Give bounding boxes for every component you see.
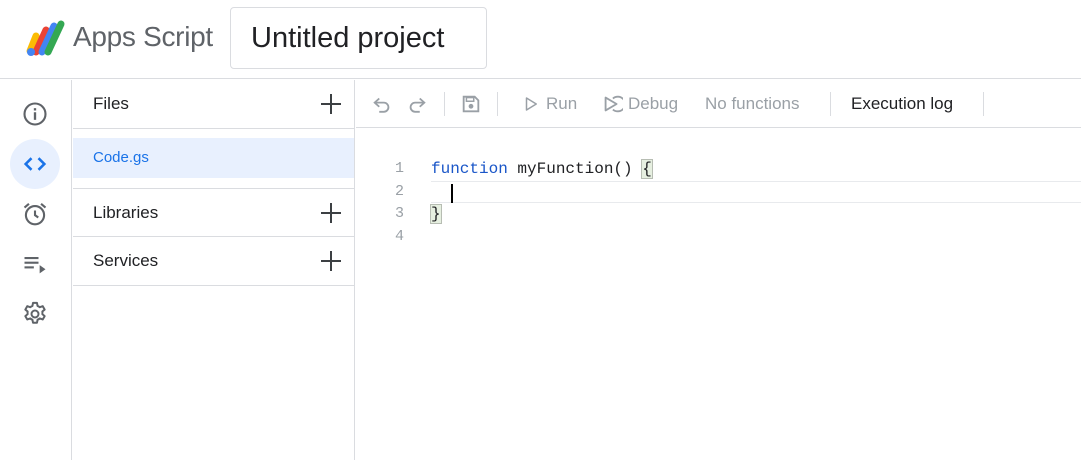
- toolbar-divider: [444, 92, 445, 116]
- debug-icon: [604, 95, 623, 112]
- add-service-plus-icon[interactable]: [319, 249, 343, 273]
- line-number: 3: [394, 205, 404, 222]
- code-line[interactable]: function myFunction() {: [431, 158, 1081, 181]
- editor-toolbar: Run Debug No functions Execution log: [356, 80, 1081, 128]
- nav-rail: [0, 80, 72, 460]
- function-select[interactable]: No functions: [705, 80, 800, 127]
- files-section-header: Files: [73, 80, 355, 129]
- open-brace: {: [641, 159, 653, 179]
- list-play-icon: [24, 257, 46, 274]
- line-number: 4: [394, 227, 404, 245]
- toolbar-divider: [983, 92, 984, 116]
- files-panel: Files Code.gs Libraries Services: [73, 80, 355, 460]
- code-editor[interactable]: 1 2 3 4 function myFunction() { }: [356, 129, 1081, 460]
- redo-icon: [409, 97, 426, 113]
- text-cursor: [451, 183, 453, 203]
- add-file-plus-icon[interactable]: [319, 92, 343, 116]
- files-label: Files: [93, 94, 129, 113]
- rail-item-executions[interactable]: [10, 239, 60, 289]
- project-title[interactable]: Untitled project: [251, 22, 444, 55]
- keyword-function: function: [431, 160, 508, 178]
- info-icon: [23, 102, 47, 126]
- rail-item-editor[interactable]: [10, 139, 60, 189]
- services-label: Services: [93, 251, 159, 270]
- gear-icon: [24, 301, 46, 324]
- redo-button[interactable]: [406, 80, 428, 127]
- services-section-header: Services: [73, 237, 355, 286]
- play-icon: [525, 96, 537, 111]
- line-number: 2: [394, 182, 404, 200]
- add-library-plus-icon[interactable]: [319, 201, 343, 225]
- debug-button[interactable]: Debug: [601, 80, 678, 127]
- save-icon: [462, 95, 480, 112]
- project-title-box[interactable]: Untitled project: [230, 7, 487, 69]
- rail-item-triggers[interactable]: [10, 189, 60, 239]
- line-number: 1: [394, 160, 404, 177]
- libraries-section-header: Libraries: [73, 188, 355, 237]
- app-name: Apps Script: [73, 21, 213, 52]
- rail-item-overview[interactable]: [10, 89, 60, 139]
- code-line-current[interactable]: [431, 180, 1081, 203]
- run-label: Run: [546, 93, 578, 113]
- app-header: Apps Script Untitled project: [0, 0, 1081, 79]
- libraries-label: Libraries: [93, 203, 159, 222]
- function-select-value: No functions: [705, 93, 800, 113]
- function-signature: myFunction(): [507, 160, 643, 178]
- file-name[interactable]: Code.gs: [93, 149, 149, 166]
- undo-button[interactable]: [371, 80, 393, 127]
- code-line[interactable]: }: [430, 203, 1081, 226]
- rail-item-settings[interactable]: [10, 289, 60, 339]
- run-button[interactable]: Run: [522, 80, 577, 127]
- apps-script-logo-icon[interactable]: [24, 18, 66, 58]
- file-item-code-gs[interactable]: Code.gs: [73, 138, 354, 178]
- code-area[interactable]: function myFunction() { }: [430, 158, 1081, 249]
- undo-icon: [373, 97, 390, 113]
- execution-log-button[interactable]: Execution log: [851, 80, 953, 127]
- alarm-icon: [23, 203, 47, 226]
- debug-label: Debug: [628, 93, 679, 113]
- toolbar-divider: [497, 92, 498, 116]
- code-line[interactable]: [431, 226, 1081, 249]
- toolbar-divider: [830, 92, 831, 116]
- code-icon: [23, 157, 47, 171]
- save-button[interactable]: [460, 80, 482, 127]
- execution-log-label: Execution log: [851, 93, 954, 113]
- line-number-gutter: 1 2 3 4: [356, 158, 404, 248]
- close-brace: }: [430, 204, 442, 224]
